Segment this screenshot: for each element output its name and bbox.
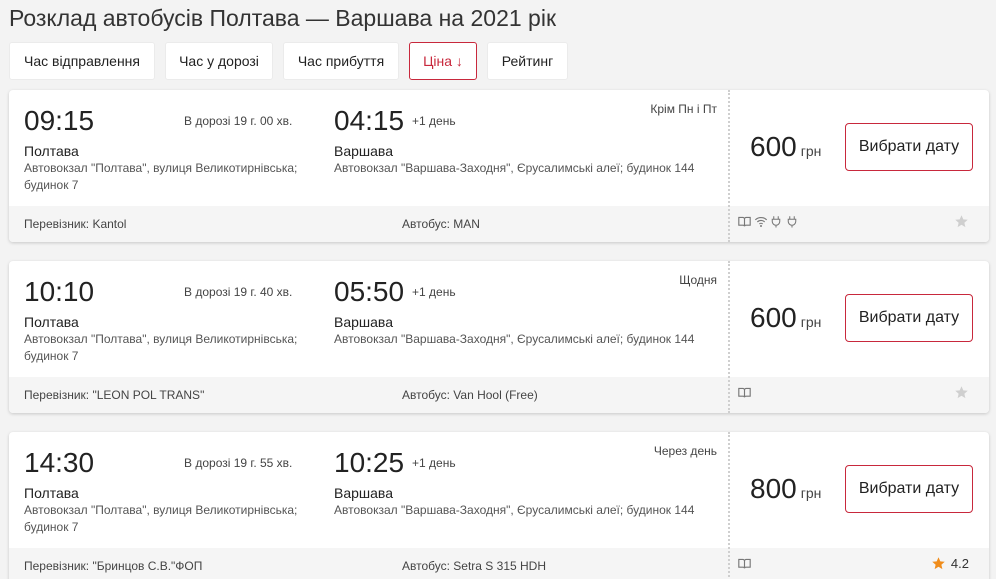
carrier-label: Перевізник: "LEON POL TRANS": [24, 388, 205, 402]
trip-duration: В дорозі 19 г. 55 хв.: [184, 456, 293, 470]
bus-label: Автобус: Van Hool (Free): [402, 388, 538, 402]
book-icon: [738, 215, 751, 228]
departure-address: Автовокзал "Полтава", вулиця Великотирні…: [24, 332, 298, 363]
arrival-address: Автовокзал "Варшава-Заходня", Єрусалимсь…: [334, 332, 695, 346]
rating: [954, 214, 969, 229]
departure-time: 14:30: [24, 447, 95, 478]
schedule-label: Щодня: [679, 273, 717, 287]
sort-bar: Час відправлення Час у дорозі Час прибут…: [9, 42, 568, 80]
departure-city: Полтава: [24, 314, 79, 330]
wifi-icon: [754, 215, 768, 228]
book-icon: [738, 386, 751, 399]
arrival-address: Автовокзал "Варшава-Заходня", Єрусалимсь…: [334, 161, 695, 175]
sort-rating-button[interactable]: Рейтинг: [487, 42, 568, 80]
carrier-label: Перевізник: Kantol: [24, 217, 127, 231]
departure-address: Автовокзал "Полтава", вулиця Великотирні…: [24, 161, 298, 192]
departure-city: Полтава: [24, 143, 79, 159]
trip-duration: В дорозі 19 г. 40 хв.: [184, 285, 293, 299]
book-icon: [738, 557, 751, 570]
amenities: [738, 386, 751, 399]
plus-day-label: +1 день: [412, 456, 456, 470]
card-divider: [728, 90, 730, 242]
schedule-label: Крім Пн і Пт: [650, 102, 717, 116]
price-currency: грн: [800, 485, 822, 501]
socket-icon: [770, 215, 783, 228]
socket-icon: [786, 215, 799, 228]
sort-arrival-time-button[interactable]: Час прибуття: [283, 42, 399, 80]
arrival-address: Автовокзал "Варшава-Заходня", Єрусалимсь…: [334, 503, 695, 517]
schedule-label: Через день: [653, 444, 717, 458]
trip-footer: Перевізник: "LEON POL TRANS" Автобус: Va…: [9, 377, 989, 413]
sort-price-button[interactable]: Ціна ↓: [409, 42, 477, 80]
arrival-city: Варшава: [334, 485, 393, 501]
star-icon[interactable]: [954, 214, 969, 229]
arrival-time: 04:15: [334, 105, 405, 136]
trip-main: 14:30 В дорозі 19 г. 55 хв. 10:25 +1 ден…: [9, 432, 989, 548]
price-currency: грн: [800, 314, 822, 330]
price: 600 грн: [750, 301, 821, 339]
plus-day-label: +1 день: [412, 114, 456, 128]
star-icon[interactable]: [931, 556, 946, 571]
departure-time: 10:10: [24, 276, 95, 307]
rating: 4.2: [931, 556, 969, 571]
rating: [954, 385, 969, 400]
star-icon[interactable]: [954, 385, 969, 400]
arrival-time: 05:50: [334, 276, 405, 307]
price-value: 600: [750, 302, 797, 333]
carrier-label: Перевізник: "Бринцов С.В."ФОП: [24, 559, 203, 573]
trip-footer: Перевізник: "Бринцов С.В."ФОП Автобус: S…: [9, 548, 989, 579]
plus-day-label: +1 день: [412, 285, 456, 299]
card-divider: [728, 432, 730, 579]
trip-main: 09:15 В дорозі 19 г. 00 хв. 04:15 +1 ден…: [9, 90, 989, 206]
departure-time: 09:15: [24, 105, 95, 136]
arrival-city: Варшава: [334, 314, 393, 330]
sort-departure-time-button[interactable]: Час відправлення: [9, 42, 155, 80]
price-value: 800: [750, 473, 797, 504]
arrival-time: 10:25: [334, 447, 405, 478]
arrival-city: Варшава: [334, 143, 393, 159]
departure-address: Автовокзал "Полтава", вулиця Великотирні…: [24, 503, 298, 534]
choose-date-button[interactable]: Вибрати дату: [845, 123, 973, 171]
trip-duration: В дорозі 19 г. 00 хв.: [184, 114, 293, 128]
choose-date-button[interactable]: Вибрати дату: [845, 294, 973, 342]
departure-city: Полтава: [24, 485, 79, 501]
price-currency: грн: [800, 143, 822, 159]
price: 600 грн: [750, 130, 821, 168]
bus-label: Автобус: Setra S 315 HDH: [402, 559, 546, 573]
card-divider: [728, 261, 730, 413]
page-title: Розклад автобусів Полтава — Варшава на 2…: [9, 5, 557, 31]
sort-duration-button[interactable]: Час у дорозі: [165, 42, 273, 80]
trip-card: 14:30 В дорозі 19 г. 55 хв. 10:25 +1 ден…: [9, 432, 989, 579]
rating-value: 4.2: [950, 556, 969, 571]
trip-card: 10:10 В дорозі 19 г. 40 хв. 05:50 +1 ден…: [9, 261, 989, 413]
price-value: 600: [750, 131, 797, 162]
trip-main: 10:10 В дорозі 19 г. 40 хв. 05:50 +1 ден…: [9, 261, 989, 377]
bus-label: Автобус: MAN: [402, 217, 480, 231]
amenities: [738, 215, 799, 228]
choose-date-button[interactable]: Вибрати дату: [845, 465, 973, 513]
price: 800 грн: [750, 472, 821, 510]
trip-card: 09:15 В дорозі 19 г. 00 хв. 04:15 +1 ден…: [9, 90, 989, 242]
amenities: [738, 557, 751, 570]
trip-footer: Перевізник: Kantol Автобус: MAN: [9, 206, 989, 242]
